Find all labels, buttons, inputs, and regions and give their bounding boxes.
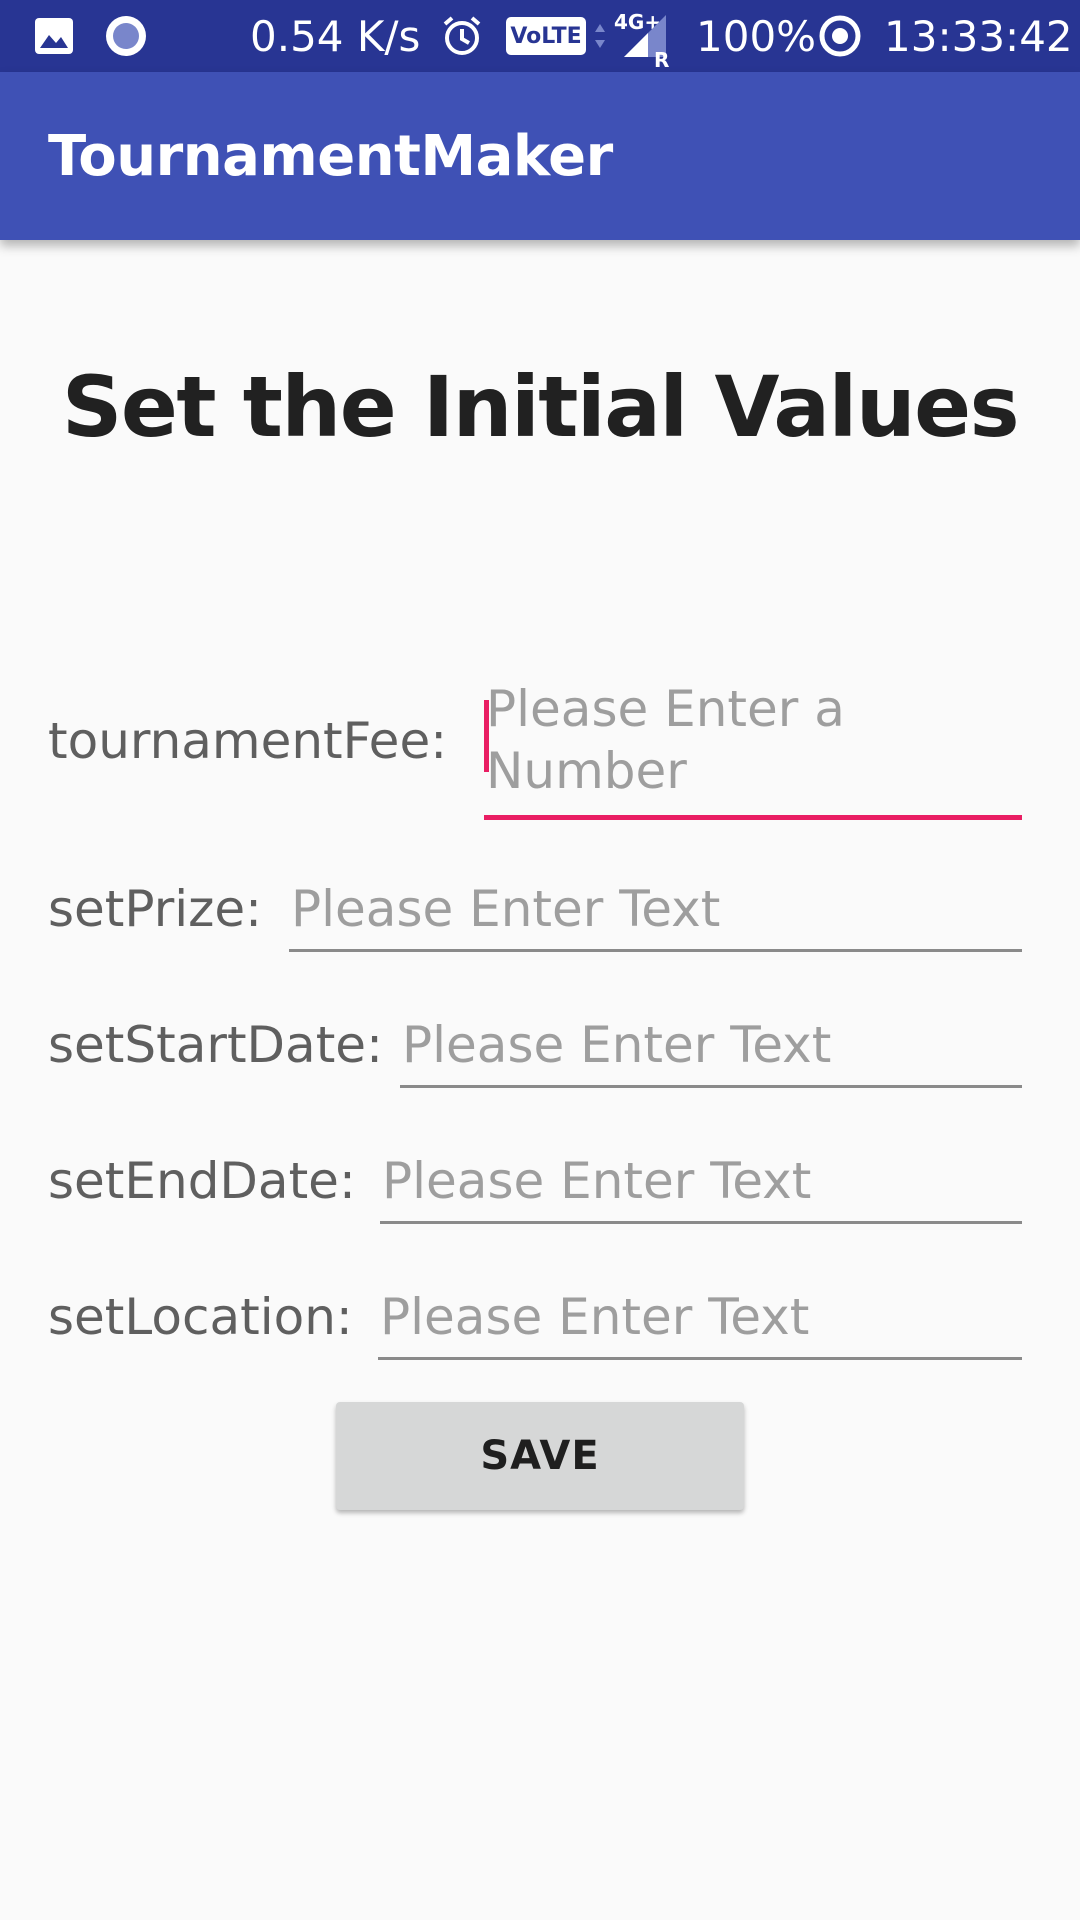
clock: 13:33:42 <box>884 11 1073 61</box>
tournament-fee-input[interactable]: Please Enter a Number <box>484 678 1022 820</box>
volte-icon: VoLTE <box>506 0 586 72</box>
roaming-indicator: R <box>654 48 670 72</box>
set-start-date-label: setStartDate: <box>48 1016 383 1074</box>
status-bar: 0.54 K/s VoLTE 4G+ R 100% 13:33:42 <box>0 0 1080 72</box>
set-end-date-input[interactable]: Please Enter Text <box>380 1150 1022 1224</box>
set-location-input[interactable]: Please Enter Text <box>378 1286 1022 1360</box>
tournament-fee-label: tournamentFee: <box>48 712 448 770</box>
battery-level: 100% <box>696 11 817 61</box>
tournament-fee-placeholder: Please Enter a Number <box>486 680 845 800</box>
alarm-icon <box>440 0 484 72</box>
set-start-date-input[interactable]: Please Enter Text <box>400 1014 1022 1088</box>
set-start-date-placeholder: Please Enter Text <box>402 1016 832 1074</box>
page-heading: Set the Initial Values <box>61 358 1020 456</box>
image-icon <box>34 0 74 72</box>
arrows-icon <box>593 0 607 72</box>
set-location-label: setLocation: <box>48 1288 353 1346</box>
data-saver-icon <box>818 0 862 72</box>
net-speed: 0.54 K/s <box>250 11 421 61</box>
set-prize-input[interactable]: Please Enter Text <box>289 878 1022 952</box>
set-end-date-label: setEndDate: <box>48 1152 356 1210</box>
set-prize-label: setPrize: <box>48 880 262 938</box>
set-end-date-placeholder: Please Enter Text <box>382 1152 812 1210</box>
record-icon <box>104 0 148 72</box>
volte-label: VoLTE <box>510 23 582 49</box>
set-location-placeholder: Please Enter Text <box>380 1288 810 1346</box>
app-title: TournamentMaker <box>48 123 613 189</box>
save-button[interactable]: SAVE <box>336 1402 744 1510</box>
set-prize-placeholder: Please Enter Text <box>291 880 721 938</box>
app-bar: TournamentMaker <box>0 72 1080 240</box>
